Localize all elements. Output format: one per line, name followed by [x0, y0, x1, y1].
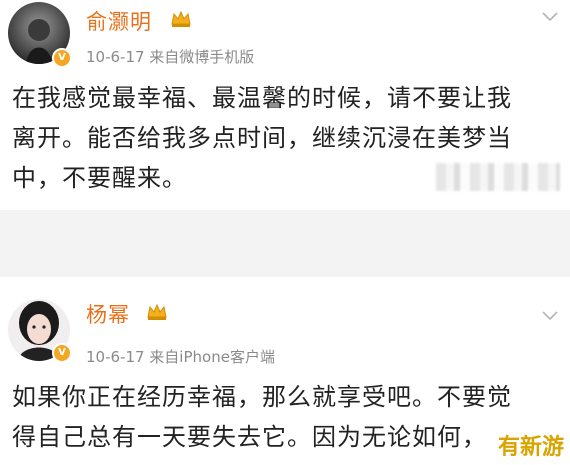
username[interactable]: 杨幂 — [86, 299, 130, 329]
feed-divider — [0, 210, 570, 277]
post-text: 如果你正在经历幸福，那么就享受吧。不要觉 得自己总有一天要失去它。因为无论如何， — [12, 377, 558, 457]
post-meta: 10-6-17 来自iPhone客户端 — [86, 348, 275, 366]
post-meta: 10-6-17 来自微博手机版 — [86, 48, 255, 66]
blurred-region — [436, 163, 560, 191]
post-text-line: 离开。能否给我多点时间，继续沉浸在美梦当 — [12, 124, 512, 152]
vip-crown-icon — [147, 303, 167, 320]
chevron-down-icon[interactable] — [542, 311, 558, 321]
weibo-post-2: V 杨幂 10-6-17 来自iPhone客户端 如果你正在经历幸福，那么就享受… — [0, 277, 570, 465]
chevron-down-icon[interactable] — [542, 12, 558, 22]
verified-badge-icon: V — [52, 48, 72, 68]
verified-badge-icon: V — [52, 343, 72, 363]
vip-crown-icon — [171, 10, 191, 27]
watermark-logo: 有新游 — [497, 435, 564, 460]
username[interactable]: 俞灏明 — [86, 6, 152, 36]
weibo-post-1: V 俞灏明 10-6-17 来自微博手机版 在我感觉最幸福、最温馨的时候，请不要… — [0, 0, 570, 210]
post-text-line: 如果你正在经历幸福，那么就享受吧。不要觉 — [12, 383, 512, 411]
post-text-line: 在我感觉最幸福、最温馨的时候，请不要让我 — [12, 84, 512, 112]
post-text-line: 得自己总有一天要失去它。因为无论如何， — [12, 423, 487, 451]
